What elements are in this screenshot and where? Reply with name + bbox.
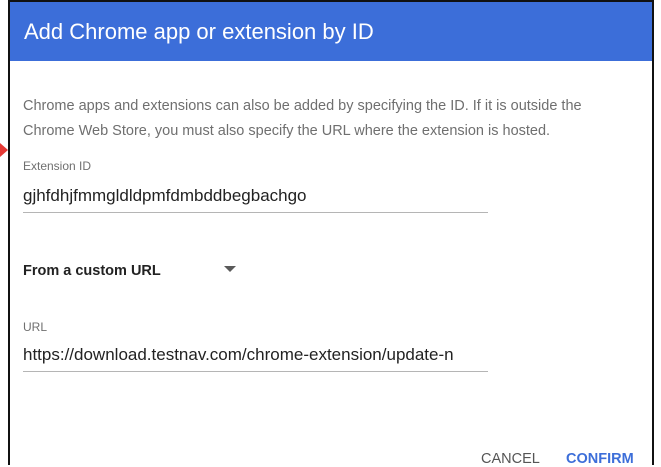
add-extension-dialog: Add Chrome app or extension by ID Chrome…	[8, 0, 654, 467]
extension-id-label: Extension ID	[23, 159, 92, 173]
annotation-arrow-icon	[0, 143, 8, 157]
url-input[interactable]: https://download.testnav.com/chrome-exte…	[23, 345, 488, 372]
url-label: URL	[23, 320, 48, 334]
extension-id-input[interactable]: gjhfdhjfmmgldldpmfdmbddbegbachgo	[23, 186, 488, 213]
dialog-description: Chrome apps and extensions can also be a…	[23, 98, 582, 139]
dialog-header: Add Chrome app or extension by ID	[10, 2, 652, 61]
dialog-title: Add Chrome app or extension by ID	[24, 19, 374, 44]
source-select-value: From a custom URL	[23, 263, 161, 279]
source-select[interactable]: From a custom URL	[23, 261, 237, 283]
chevron-down-icon	[224, 266, 236, 272]
